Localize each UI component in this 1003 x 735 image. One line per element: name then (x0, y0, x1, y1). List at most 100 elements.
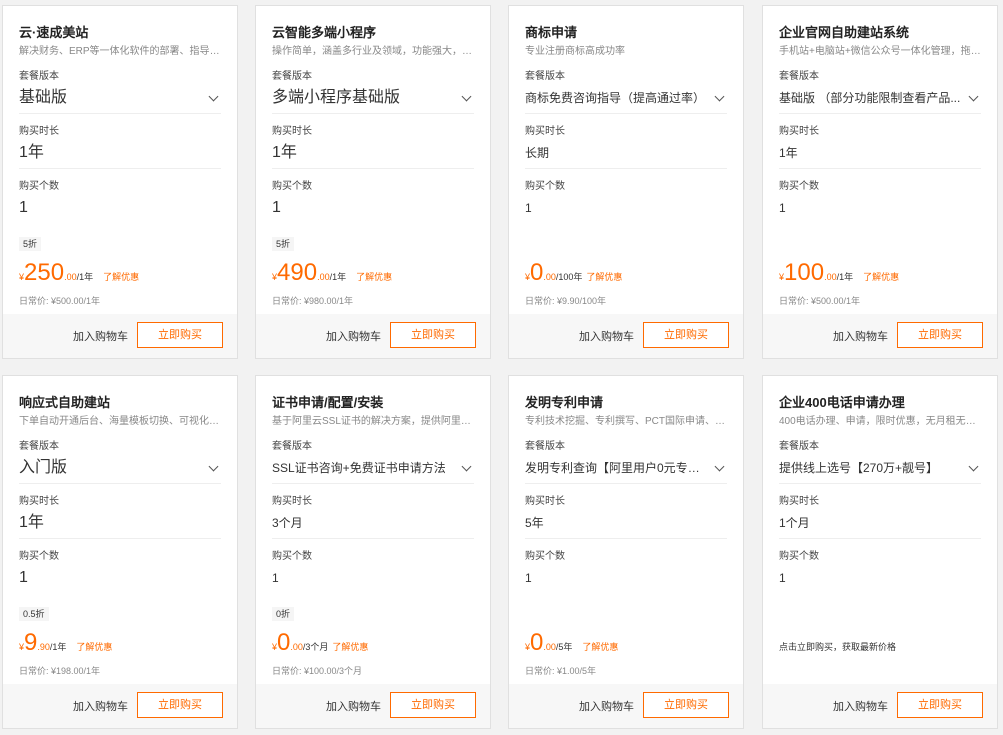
card-title[interactable]: 响应式自助建站 (19, 394, 221, 412)
duration-field[interactable]: 1年 (779, 138, 981, 169)
product-card: 证书申请/配置/安装 基于阿里云SSL证书的解决方案，提供阿里云S... 套餐版… (255, 375, 491, 729)
quantity-field[interactable]: 1 (779, 193, 981, 223)
add-to-cart-button[interactable]: 加入购物车 (326, 328, 381, 344)
card-footer: 加入购物车 立即购买 (256, 314, 490, 358)
price-amount: 250 (24, 259, 65, 286)
add-to-cart-button[interactable]: 加入购物车 (579, 328, 634, 344)
card-title[interactable]: 企业官网自助建站系统 (779, 24, 981, 42)
card-footer: 加入购物车 立即购买 (3, 684, 237, 728)
package-select[interactable]: 基础版 （部分功能限制查看产品... (779, 83, 981, 114)
package-label: 套餐版本 (19, 71, 59, 82)
package-select[interactable]: 商标免费咨询指导（提高通过率） (525, 83, 727, 114)
card-title[interactable]: 商标申请 (525, 24, 727, 42)
duration-field[interactable]: 1个月 (779, 508, 981, 539)
card-footer: 加入购物车 立即购买 (509, 314, 743, 358)
package-select[interactable]: 提供线上选号【270万+靓号】 (779, 453, 981, 484)
package-select[interactable]: 多端小程序基础版 (272, 83, 474, 114)
add-to-cart-button[interactable]: 加入购物车 (326, 698, 381, 714)
price-amount: 490 (277, 259, 318, 286)
duration-label: 购买时长 (272, 126, 312, 137)
chevron-down-icon (208, 461, 219, 472)
package-label: 套餐版本 (272, 441, 312, 452)
package-value: 多端小程序基础版 (272, 89, 401, 106)
card-description: 手机站+电脑站+微信公众号一体化管理，拖拽... (779, 46, 981, 57)
quantity-field[interactable]: 1 (779, 563, 981, 593)
learn-discount-link[interactable]: 了解优惠 (863, 272, 899, 282)
package-label: 套餐版本 (779, 441, 819, 452)
learn-discount-link[interactable]: 了解优惠 (103, 272, 139, 282)
price: ¥9.90/1年 了解优惠 (19, 631, 112, 655)
chevron-down-icon (714, 461, 725, 472)
duration-label: 购买时长 (779, 126, 819, 137)
learn-discount-link[interactable]: 了解优惠 (586, 272, 622, 282)
card-title[interactable]: 云·速成美站 (19, 24, 221, 42)
quantity-field[interactable]: 1 (525, 563, 727, 593)
buy-now-button[interactable]: 立即购买 (137, 322, 223, 348)
add-to-cart-button[interactable]: 加入购物车 (833, 328, 888, 344)
card-title[interactable]: 证书申请/配置/安装 (272, 394, 474, 412)
price-unit: /1年 (49, 642, 67, 652)
chevron-down-icon (968, 91, 979, 102)
chevron-down-icon (208, 91, 219, 102)
price-cents: .00 (543, 272, 556, 282)
buy-now-button[interactable]: 立即购买 (137, 692, 223, 718)
buy-now-button[interactable]: 立即购买 (643, 692, 729, 718)
quantity-label: 购买个数 (779, 181, 819, 192)
chevron-down-icon (461, 91, 472, 102)
buy-now-button[interactable]: 立即购买 (390, 322, 476, 348)
chevron-down-icon (461, 461, 472, 472)
card-description: 基于阿里云SSL证书的解决方案，提供阿里云S... (272, 416, 474, 427)
buy-now-button[interactable]: 立即购买 (897, 692, 983, 718)
price-cents: .00 (64, 272, 77, 282)
add-to-cart-button[interactable]: 加入购物车 (73, 698, 128, 714)
product-card: 企业400电话申请办理 400电话办理、申请，限时优惠，无月租无低消 套餐版本 … (762, 375, 998, 729)
quantity-field[interactable]: 1 (272, 193, 474, 223)
duration-field[interactable]: 1年 (272, 138, 474, 169)
package-value: 基础版 (19, 89, 68, 106)
package-value: 入门版 (19, 459, 68, 476)
quantity-field[interactable]: 1 (19, 193, 221, 223)
product-card: 响应式自助建站 下单自动开通后台、海量模板切换、可视化操... 套餐版本 入门版… (2, 375, 238, 729)
price: ¥0.00/5年 了解优惠 (525, 631, 618, 655)
discount-badge: 5折 (19, 237, 42, 251)
duration-field[interactable]: 3个月 (272, 508, 474, 539)
learn-discount-link[interactable]: 了解优惠 (332, 642, 368, 652)
add-to-cart-button[interactable]: 加入购物车 (579, 698, 634, 714)
quantity-field[interactable]: 1 (19, 563, 221, 593)
duration-field[interactable]: 长期 (525, 138, 727, 169)
add-to-cart-button[interactable]: 加入购物车 (73, 328, 128, 344)
card-description: 专利技术挖掘、专利撰写、PCT国际申请、诉... (525, 416, 727, 427)
card-footer: 加入购物车 立即购买 (763, 684, 997, 728)
package-value: 商标免费咨询指导（提高通过率） (525, 91, 706, 105)
duration-label: 购买时长 (19, 126, 59, 137)
duration-field[interactable]: 1年 (19, 508, 221, 539)
regular-price: 日常价: ¥500.00/1年 (779, 296, 861, 306)
learn-discount-link[interactable]: 了解优惠 (582, 642, 618, 652)
quantity-field[interactable]: 1 (525, 193, 727, 223)
package-select[interactable]: 入门版 (19, 453, 221, 484)
buy-now-button[interactable]: 立即购买 (390, 692, 476, 718)
package-select[interactable]: 发明专利查询【阿里用户0元专享】 (525, 453, 727, 484)
learn-discount-link[interactable]: 了解优惠 (356, 272, 392, 282)
price-amount: 0 (530, 629, 544, 656)
card-footer: 加入购物车 立即购买 (3, 314, 237, 358)
card-title[interactable]: 发明专利申请 (525, 394, 727, 412)
card-title[interactable]: 企业400电话申请办理 (779, 394, 981, 412)
duration-field[interactable]: 1年 (19, 138, 221, 169)
add-to-cart-button[interactable]: 加入购物车 (833, 698, 888, 714)
card-footer: 加入购物车 立即购买 (509, 684, 743, 728)
price-unit: /5年 (555, 642, 573, 652)
regular-price: 日常价: ¥198.00/1年 (19, 666, 101, 676)
duration-field[interactable]: 5年 (525, 508, 727, 539)
learn-discount-link[interactable]: 了解优惠 (76, 642, 112, 652)
package-select[interactable]: 基础版 (19, 83, 221, 114)
card-footer: 加入购物车 立即购买 (256, 684, 490, 728)
quantity-label: 购买个数 (19, 551, 59, 562)
discount-badge: 5折 (272, 237, 295, 251)
buy-now-button[interactable]: 立即购买 (643, 322, 729, 348)
package-select[interactable]: SSL证书咨询+免费证书申请方法 (272, 453, 474, 484)
quantity-field[interactable]: 1 (272, 563, 474, 593)
card-title[interactable]: 云智能多端小程序 (272, 24, 474, 42)
product-card: 云·速成美站 解决财务、ERP等一体化软件的部署、指导、... 套餐版本 基础版… (2, 5, 238, 359)
buy-now-button[interactable]: 立即购买 (897, 322, 983, 348)
